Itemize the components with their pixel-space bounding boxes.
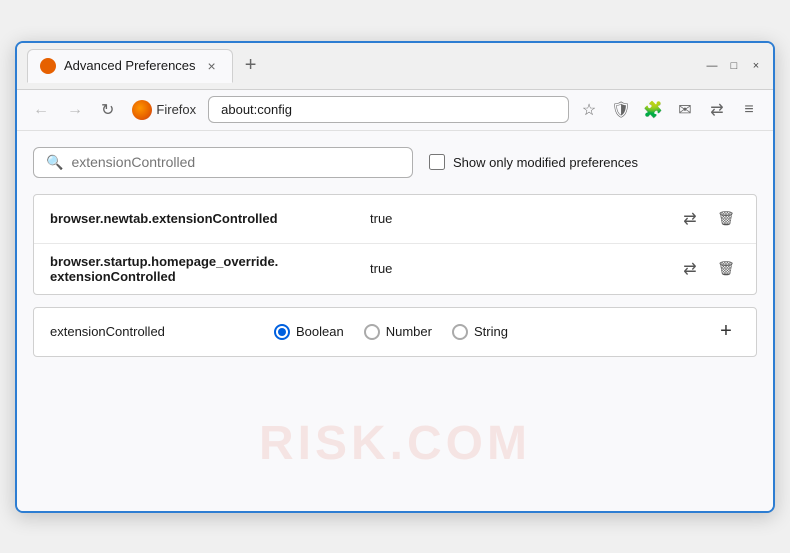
back-button[interactable]: ← [27, 97, 55, 123]
firefox-logo: Firefox [126, 100, 202, 120]
title-bar: Advanced Preferences × + — □ × [17, 43, 773, 90]
row-2-actions [676, 255, 740, 283]
new-pref-name: extensionControlled [50, 324, 250, 339]
pref-value-1: true [370, 211, 676, 226]
new-tab-button[interactable]: + [237, 52, 265, 79]
trash-icon-2 [717, 260, 735, 278]
type-options: Boolean Number String [274, 324, 688, 340]
tab-favicon [40, 58, 56, 74]
menu-icon[interactable]: ≡ [735, 96, 763, 124]
modified-label-text: Show only modified preferences [453, 155, 638, 170]
sync-icon[interactable]: ⇄ [703, 96, 731, 124]
table-row: browser.startup.homepage_override. exten… [34, 244, 756, 294]
extension-icon[interactable]: 🧩 [639, 96, 667, 124]
forward-button[interactable]: → [61, 97, 89, 123]
radio-string[interactable]: String [452, 324, 508, 340]
tab-close-button[interactable]: × [204, 56, 220, 76]
address-bar[interactable]: about:config [208, 96, 569, 123]
pref-name-2: browser.startup.homepage_override. exten… [50, 254, 370, 284]
results-table: browser.newtab.extensionControlled true … [33, 194, 757, 295]
active-tab[interactable]: Advanced Preferences × [27, 49, 233, 83]
search-container: 🔍 extensionControlled [33, 147, 413, 178]
minimize-button[interactable]: — [705, 59, 719, 73]
content-area: RISK.COM 🔍 extensionControlled Show only… [17, 131, 773, 511]
radio-string-circle [452, 324, 468, 340]
radio-number[interactable]: Number [364, 324, 432, 340]
trash-icon-1 [717, 210, 735, 228]
radio-boolean-circle [274, 324, 290, 340]
pref-value-2: true [370, 261, 676, 276]
address-text: about:config [221, 102, 292, 117]
search-input[interactable]: extensionControlled [71, 154, 400, 170]
radio-string-label: String [474, 324, 508, 339]
radio-number-label: Number [386, 324, 432, 339]
add-pref-button[interactable]: + [712, 318, 740, 346]
new-pref-row: extensionControlled Boolean Number Strin… [33, 307, 757, 357]
close-button[interactable]: × [749, 59, 763, 73]
nav-icons: ☆ 🛡 🧩 ✉ ⇄ ≡ [575, 96, 763, 124]
pref-name-2-line1: browser.startup.homepage_override. [50, 254, 278, 269]
window-controls: — □ × [705, 59, 763, 73]
maximize-button[interactable]: □ [727, 59, 741, 73]
pref-name-1: browser.newtab.extensionControlled [50, 211, 370, 226]
bookmark-icon[interactable]: ☆ [575, 96, 603, 124]
delete-button-1[interactable] [712, 205, 740, 233]
radio-boolean-label: Boolean [296, 324, 344, 339]
pref-name-2-line2: extensionControlled [50, 269, 176, 284]
reload-button[interactable]: ↻ [95, 96, 120, 124]
row-1-actions [676, 205, 740, 233]
modified-checkbox-label[interactable]: Show only modified preferences [429, 154, 638, 170]
radio-boolean[interactable]: Boolean [274, 324, 344, 340]
delete-button-2[interactable] [712, 255, 740, 283]
modified-checkbox-input[interactable] [429, 154, 445, 170]
browser-window: Advanced Preferences × + — □ × ← → ↻ Fir… [15, 41, 775, 513]
table-row: browser.newtab.extensionControlled true [34, 195, 756, 244]
firefox-label: Firefox [156, 102, 196, 117]
swap-button-2[interactable] [676, 255, 704, 283]
firefox-icon [132, 100, 152, 120]
swap-button-1[interactable] [676, 205, 704, 233]
swap-icon-1 [683, 209, 696, 229]
search-row: 🔍 extensionControlled Show only modified… [33, 147, 757, 178]
shield-icon[interactable]: 🛡 [607, 96, 635, 124]
mail-icon[interactable]: ✉ [671, 96, 699, 124]
radio-number-circle [364, 324, 380, 340]
tab-title: Advanced Preferences [64, 58, 196, 73]
nav-bar: ← → ↻ Firefox about:config ☆ 🛡 🧩 ✉ ⇄ ≡ [17, 90, 773, 131]
watermark: RISK.COM [259, 416, 531, 471]
swap-icon-2 [683, 259, 696, 279]
search-icon: 🔍 [46, 154, 63, 171]
